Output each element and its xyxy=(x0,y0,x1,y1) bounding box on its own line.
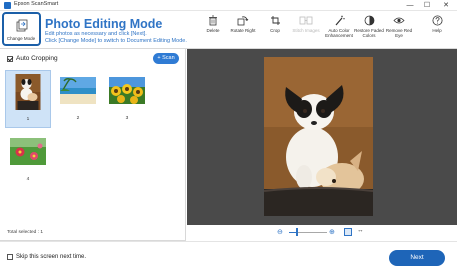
zoom-out-icon[interactable]: ⊖ xyxy=(277,228,283,236)
stitch-images-button[interactable]: Stitch Images xyxy=(289,15,323,47)
crop-label: Crop xyxy=(270,28,280,33)
auto-cropping-check[interactable] xyxy=(7,55,13,62)
thumbnail-3[interactable]: 3 xyxy=(104,70,150,128)
expand-icon[interactable]: ↔ xyxy=(357,227,364,234)
window-title: Epson ScanSmart xyxy=(14,1,59,7)
page-title: Photo Editing Mode xyxy=(45,17,163,31)
thumbnail-number: 4 xyxy=(26,177,30,182)
restore-faded-label-2: Colors xyxy=(362,33,376,38)
thumbnail-2[interactable]: 2 xyxy=(55,70,101,128)
crop-icon xyxy=(270,16,280,25)
mode-description: Edit photos as necessary and click [Next… xyxy=(45,31,195,44)
help-label: Help xyxy=(432,28,442,33)
change-mode-label: Change Mode xyxy=(6,36,36,41)
rotate-right-label: Rotate Right xyxy=(230,28,256,33)
thumbnail-number: 1 xyxy=(26,117,30,122)
total-selected-text: Total selected : 1 xyxy=(7,230,43,235)
maximize-button[interactable]: ☐ xyxy=(420,0,434,11)
stitch-images-icon xyxy=(299,16,313,25)
thumbnail-dogs-image xyxy=(15,74,41,110)
next-button[interactable]: Next xyxy=(389,250,445,266)
footer-divider xyxy=(0,241,457,242)
auto-color-label-2: Enhancement xyxy=(325,33,353,38)
scan-button[interactable]: + Scan xyxy=(153,53,179,64)
minimize-button[interactable]: — xyxy=(403,0,417,11)
restore-colors-icon xyxy=(364,15,374,26)
change-mode-button[interactable]: Change Mode xyxy=(2,12,41,46)
delete-label: Delete xyxy=(206,28,220,33)
help-button[interactable]: Help xyxy=(420,15,454,47)
delete-button[interactable]: Delete xyxy=(196,15,230,47)
help-icon xyxy=(432,15,442,26)
zoom-slider-handle[interactable] xyxy=(295,228,298,236)
auto-cropping-checkbox[interactable]: Auto Cropping xyxy=(7,55,58,62)
rotate-right-icon xyxy=(237,16,249,26)
remove-red-eye-button[interactable]: Remove Red Eye xyxy=(382,15,416,47)
preview-area xyxy=(187,49,457,225)
thumbnail-1[interactable]: 1 xyxy=(5,70,51,128)
eye-icon xyxy=(393,17,405,24)
trash-icon xyxy=(209,15,217,26)
skip-screen-checkbox[interactable]: Skip this screen next time. xyxy=(7,254,86,260)
crop-button[interactable]: Crop xyxy=(258,15,292,47)
skip-screen-check[interactable] xyxy=(7,254,13,260)
restore-faded-colors-button[interactable]: Restore Faded Colors xyxy=(352,15,386,47)
preview-dogs-image xyxy=(264,57,373,216)
app-icon xyxy=(4,2,11,9)
fit-to-window-button[interactable] xyxy=(344,228,352,236)
magic-wand-icon xyxy=(335,15,345,26)
thumbnail-flowers-image xyxy=(10,138,46,165)
change-mode-icon xyxy=(16,19,28,32)
mode-description-line-2: Click [Change Mode] to switch to Documen… xyxy=(45,37,187,44)
skip-screen-label: Skip this screen next time. xyxy=(16,254,87,260)
auto-cropping-label: Auto Cropping xyxy=(16,55,58,62)
rotate-right-button[interactable]: Rotate Right xyxy=(226,15,260,47)
thumbnail-number: 2 xyxy=(76,116,80,121)
thumbnail-sunflowers-image xyxy=(109,77,145,104)
remove-red-eye-label-2: Eye xyxy=(395,33,403,38)
thumbnail-4[interactable]: 4 xyxy=(5,131,51,189)
zoom-in-icon[interactable]: ⊕ xyxy=(329,228,335,236)
close-button[interactable]: ✕ xyxy=(439,0,453,11)
thumbnail-number: 3 xyxy=(125,116,129,121)
stitch-images-label: Stitch Images xyxy=(292,28,320,33)
thumbnail-beach-image xyxy=(60,77,96,104)
auto-color-enhancement-button[interactable]: Auto Color Enhancement xyxy=(322,15,356,47)
title-bar: Epson ScanSmart — ☐ ✕ xyxy=(0,0,457,11)
